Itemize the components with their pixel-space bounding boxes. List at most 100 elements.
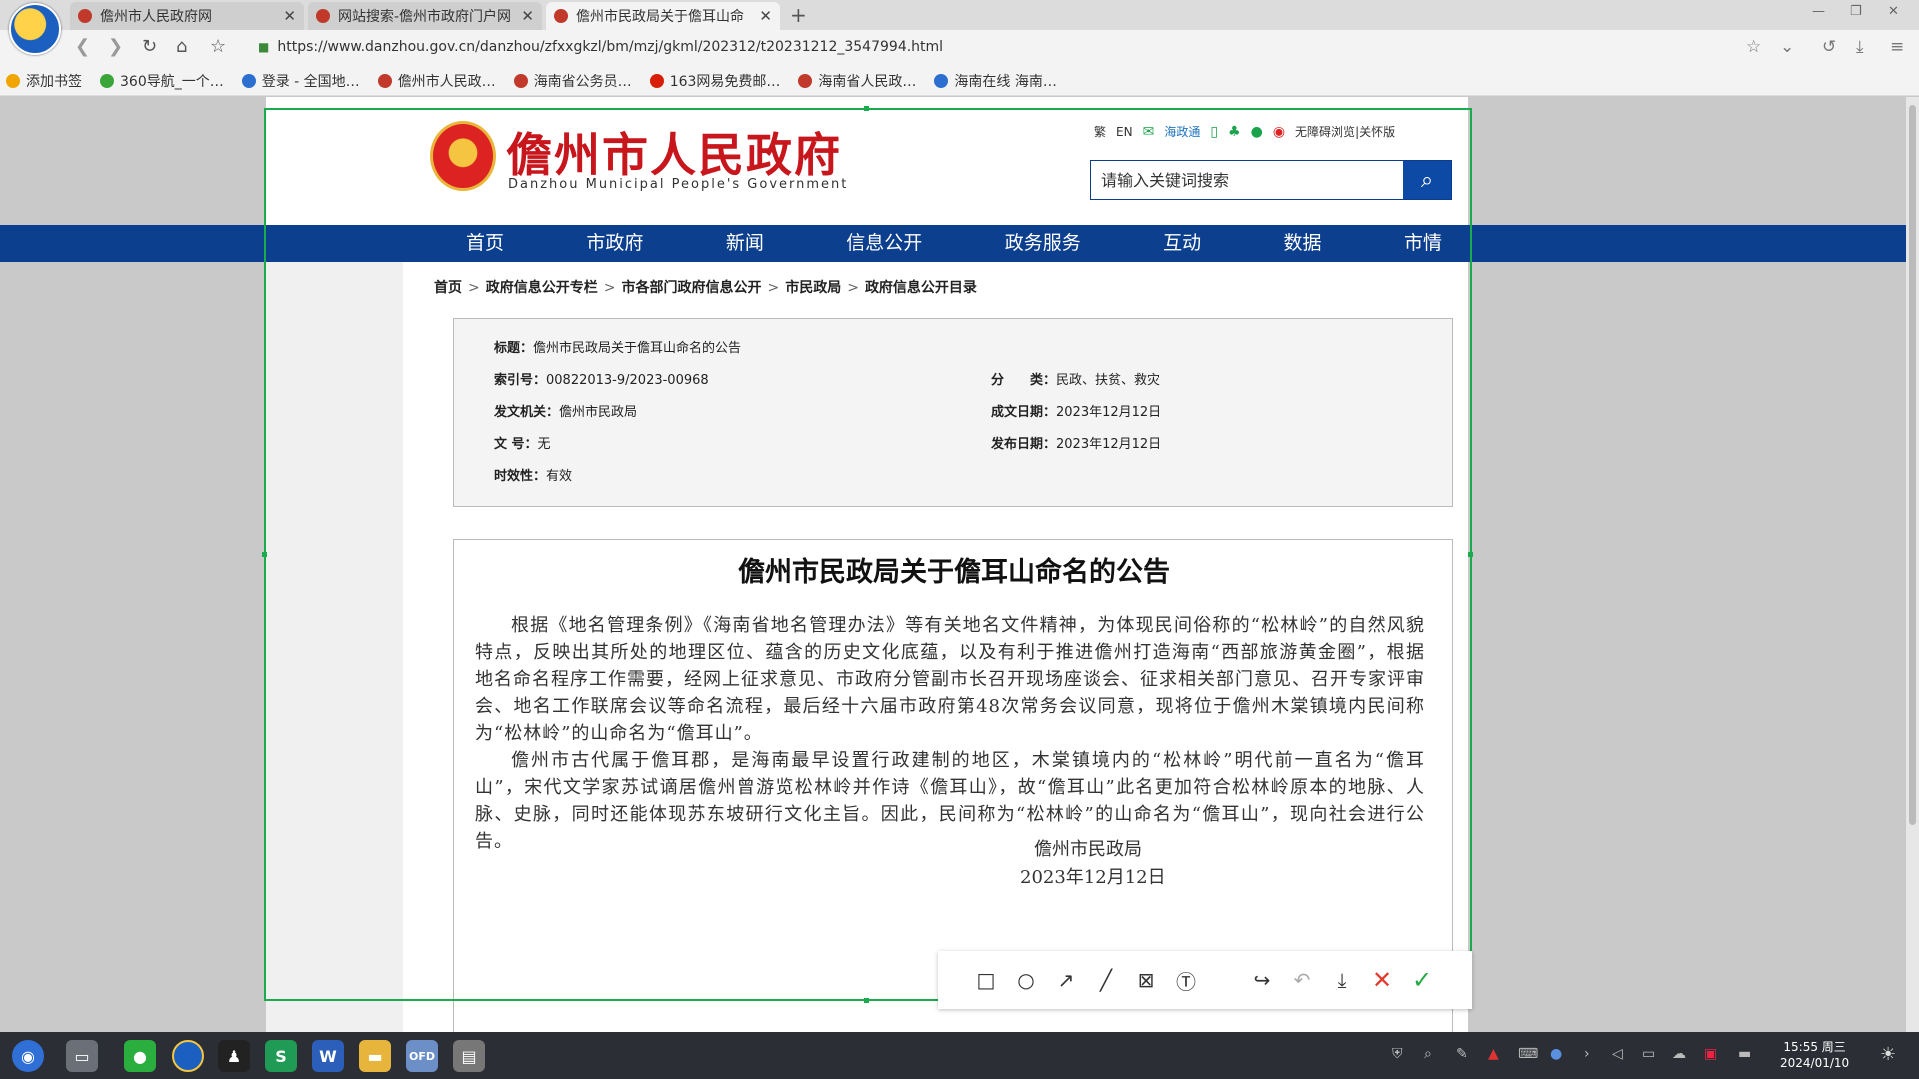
bookmark-item[interactable]: 海南省公务员… [513,71,632,91]
selection-handle[interactable] [1468,552,1473,557]
nav-item[interactable]: 新闻 [694,225,796,262]
files-icon[interactable]: ▭ [66,1040,98,1072]
nav-item[interactable]: 政务服务 [973,225,1113,262]
wechat-icon[interactable]: ● [1251,124,1263,140]
network-app-icon[interactable]: ● [1550,1046,1562,1062]
breadcrumb-item[interactable]: 首页 [434,280,462,296]
back-icon[interactable]: ❮ [75,36,90,57]
pen-tray-icon[interactable]: ✎ [1456,1046,1468,1062]
search-button[interactable]: ⌕ [1403,161,1451,199]
chevron-down-icon[interactable]: ⌄ [1780,37,1794,57]
breadcrumb-item[interactable]: 市民政局 [785,280,841,296]
ellipse-icon[interactable]: ○ [1006,968,1046,992]
undo-close-icon[interactable]: ↺ [1822,37,1836,57]
site-title[interactable]: 儋州市人民政府 [506,119,842,185]
nav-item[interactable]: 互动 [1131,225,1233,262]
tab-article[interactable]: 儋州市民政局关于儋耳山命 ✕ [546,2,780,30]
pen-icon[interactable]: ╱ [1086,968,1126,992]
share-icon[interactable]: ↪ [1242,968,1282,992]
breadcrumb-item[interactable]: 政府信息公开专栏 [486,280,598,296]
bookmark-item[interactable]: 海南省人民政… [798,71,916,91]
brightness-icon[interactable]: ☀ [1880,1044,1896,1065]
close-icon[interactable]: ✕ [521,7,534,25]
weibo-icon[interactable]: ◉ [1273,124,1285,140]
taskbar-clock[interactable]: 15:55 周三 2024/01/10 [1780,1039,1849,1071]
wps-sheet-icon[interactable]: S [265,1040,297,1072]
folder-icon[interactable]: ▬ [359,1040,391,1072]
hainan-app-link[interactable]: 海政通 [1164,123,1200,140]
minimize-icon[interactable]: — [1812,4,1825,19]
search-box: ⌕ [1090,160,1452,200]
browser-icon[interactable] [172,1040,204,1072]
tab-home[interactable]: 儋州市人民政府网 ✕ [70,2,304,30]
forward-icon[interactable]: ❯ [108,36,123,57]
breadcrumb-item[interactable]: 市各部门政府信息公开 [621,280,761,296]
qq-icon[interactable]: ♟ [218,1040,250,1072]
text-icon[interactable]: Ⓣ [1166,966,1206,995]
bookmark-item[interactable]: 登录 - 全国地… [241,71,360,91]
cancel-icon[interactable]: ✕ [1362,966,1402,994]
selection-handle[interactable] [864,106,869,111]
save-icon[interactable]: ⤓ [1322,968,1362,992]
close-icon[interactable]: ✕ [283,7,296,25]
confirm-icon[interactable]: ✓ [1402,966,1442,994]
nav-item[interactable]: 数据 [1252,225,1354,262]
rectangle-icon[interactable]: □ [966,968,1006,992]
page-scrollbar[interactable] [1906,97,1919,1032]
nav-item[interactable]: 首页 [434,225,536,262]
input-method-icon[interactable]: ▬ [1738,1046,1751,1062]
bookmark-item[interactable]: 360导航_一个… [100,71,224,91]
display-icon[interactable]: ▭ [1642,1046,1655,1062]
nav-item[interactable]: 市情 [1372,225,1474,262]
refresh-icon[interactable]: ↻ [142,36,157,57]
security-icon[interactable]: ⛨ [1392,1046,1403,1062]
notification-icon[interactable]: ▣ [1704,1046,1717,1062]
wechat-icon[interactable]: ● [124,1040,156,1072]
nav-item[interactable]: 市政府 [554,225,675,262]
search-input[interactable] [1091,161,1403,199]
scrollbar-thumb[interactable] [1909,105,1916,825]
ofd-icon[interactable]: OFD [406,1040,438,1072]
bookmark-item[interactable]: 儋州市人民政… [377,71,496,91]
new-tab-button[interactable]: + [790,3,807,27]
chevron-right-icon[interactable]: › [1584,1046,1590,1062]
tab-search[interactable]: 网站搜索-儋州市政府门户网 ✕ [308,2,542,30]
nav-item[interactable]: 信息公开 [814,225,954,262]
doc-icon[interactable]: ▤ [453,1040,485,1072]
bookmark-star-icon[interactable]: ☆ [210,36,226,57]
breadcrumb-separator: > [468,280,480,296]
bookmark-item[interactable]: 163网易免费邮… [649,71,780,91]
cloud-icon[interactable]: ☁ [1672,1046,1686,1062]
selection-handle[interactable] [262,552,267,557]
arrow-icon[interactable]: ↗ [1046,968,1086,992]
selection-handle[interactable] [864,998,869,1003]
care-mode-link[interactable]: |关怀版 [1355,123,1395,140]
english-link[interactable]: EN [1116,125,1133,139]
mosaic-icon[interactable]: ⊠ [1126,968,1166,992]
window-close-icon[interactable]: ✕ [1888,4,1899,19]
accessibility-link[interactable]: 无障碍浏览 [1295,123,1355,140]
alert-icon[interactable]: ▲ [1488,1046,1499,1062]
mail-icon[interactable]: ✉ [1143,124,1155,140]
wps-writer-icon[interactable]: W [312,1040,344,1072]
restore-icon[interactable]: ❐ [1850,4,1862,19]
volume-icon[interactable]: ◁ [1612,1046,1623,1062]
keyboard-icon[interactable]: ⌨ [1518,1046,1538,1062]
undo-icon[interactable]: ↶ [1282,968,1322,992]
traditional-chinese-link[interactable]: 繁 [1094,123,1106,140]
browser-logo-icon[interactable] [9,3,61,55]
start-icon[interactable]: ◉ [12,1040,44,1072]
breadcrumb-item[interactable]: 政府信息公开目录 [865,280,977,296]
meta-category-value: 民政、扶贫、救灾 [1056,373,1161,388]
menu-icon[interactable]: ≡ [1890,37,1904,57]
mini-program-icon[interactable]: ♣ [1228,124,1241,140]
close-icon[interactable]: ✕ [759,7,772,25]
bookmark-item[interactable]: 添加书签 [6,71,82,91]
home-icon[interactable]: ⌂ [176,36,187,57]
search-icon[interactable]: ⌕ [1424,1046,1432,1062]
bookmark-item[interactable]: 海南在线 海南… [934,71,1057,91]
download-icon[interactable]: ⤓ [1856,37,1864,57]
mobile-icon[interactable]: ▯ [1210,124,1218,140]
favorite-icon[interactable]: ☆ [1746,37,1761,57]
url-field[interactable]: ■ https://www.danzhou.gov.cn/danzhou/zfxx… [258,35,1728,60]
